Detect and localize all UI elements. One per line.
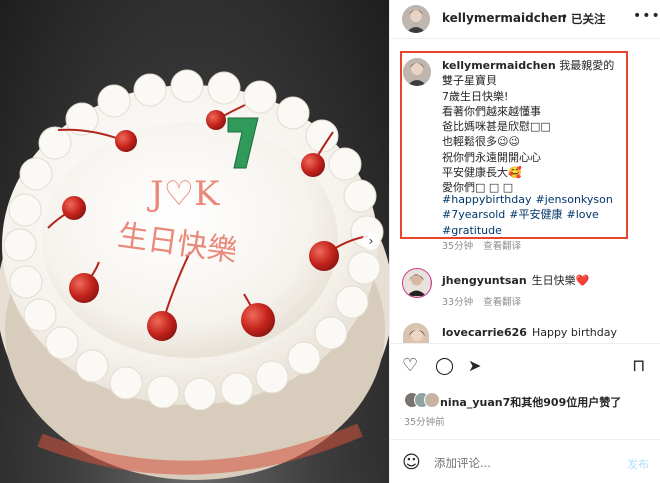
caption-hashtags: #happybirthday #jensonkyson #7yearsold #平安… (442, 192, 624, 238)
hashtag-link[interactable]: #gratitude (442, 224, 502, 237)
emoji-icon[interactable]: ☺ (402, 452, 421, 473)
post-photo[interactable]: J♡K 生日快樂 › (0, 0, 389, 483)
likes-text[interactable]: nina_yuan7和其他909位用户赞了 (440, 394, 621, 410)
liker-username[interactable]: nina_yuan7 (440, 396, 510, 409)
post-side-panel: kellymermaidchen • 已关注 ••• kellymermaidc… (389, 0, 660, 483)
cake-text-top: J♡K (147, 174, 220, 214)
author-username[interactable]: kellymermaidchen (442, 11, 566, 25)
post-comment-button[interactable]: 发布 (627, 456, 649, 472)
comment-time: 33分钟 (442, 297, 474, 308)
commenter-avatar[interactable] (402, 322, 430, 344)
next-photo-chevron-icon[interactable]: › (362, 232, 380, 250)
share-send-icon[interactable]: ➤ (468, 357, 481, 375)
caption-translate-link[interactable]: 查看翻译 (483, 241, 521, 252)
post-caption: kellymermaidchen 我最親愛的雙子星寶貝 7歲生日快樂! 看著你們… (442, 58, 624, 196)
commenter-username[interactable]: jhengyuntsan (442, 274, 527, 287)
caption-meta: 35分钟 查看翻译 (442, 238, 531, 252)
liker-avatar[interactable] (424, 392, 440, 408)
comment-translate-link[interactable]: 查看翻译 (483, 297, 521, 308)
cake-image: J♡K 生日快樂 (0, 69, 389, 480)
comment-row: lovecarrie626 Happy birthday (442, 326, 617, 339)
hashtag-link[interactable]: #7yearsold (442, 208, 505, 221)
hashtag-link[interactable]: #love (566, 208, 598, 221)
likes-summary: nina_yuan7和其他909位用户赞了 (404, 392, 654, 412)
header-separator: • (561, 10, 569, 24)
heart-emoji-icon: ❤️ (575, 274, 590, 287)
author-avatar[interactable] (402, 5, 430, 33)
more-options-icon[interactable]: ••• (633, 8, 660, 24)
likes-count-text[interactable]: 和其他909位用户赞了 (510, 396, 621, 409)
hashtag-link[interactable]: #happybirthday (442, 193, 531, 206)
add-comment-input[interactable] (434, 456, 614, 470)
hashtag-link[interactable]: #jensonkyson (535, 193, 612, 206)
hashtag-link[interactable]: #平安健康 (509, 208, 562, 221)
commenter-username[interactable]: lovecarrie626 (442, 326, 527, 339)
post-header: kellymermaidchen • 已关注 ••• (390, 0, 660, 39)
save-bookmark-icon[interactable]: ⊓ (632, 357, 645, 375)
caption-username[interactable]: kellymermaidchen (442, 59, 556, 72)
action-bar: ♡ ◯ ➤ ⊓ (390, 343, 660, 381)
add-comment-bar: ☺ 发布 (390, 439, 660, 483)
caption-time: 35分钟 (442, 241, 474, 252)
following-button[interactable]: 已关注 (571, 11, 606, 27)
comment-text: 生日快樂 (531, 274, 576, 287)
caption-avatar[interactable] (403, 58, 431, 86)
comment-bubble-icon[interactable]: ◯ (435, 357, 454, 375)
post-timestamp: 35分钟前 (404, 417, 445, 428)
like-heart-icon[interactable]: ♡ (402, 357, 418, 375)
comment-text: Happy birthday (531, 326, 618, 339)
caption-text: 我最親愛的雙子星寶貝 7歲生日快樂! 看著你們越來越懂事 爸比媽咪甚是欣慰□□ … (442, 59, 615, 195)
comment-row: jhengyuntsan 生日快樂❤️ (442, 272, 589, 288)
comment-meta: 33分钟 查看翻译 (442, 294, 531, 308)
commenter-avatar[interactable] (402, 268, 432, 298)
